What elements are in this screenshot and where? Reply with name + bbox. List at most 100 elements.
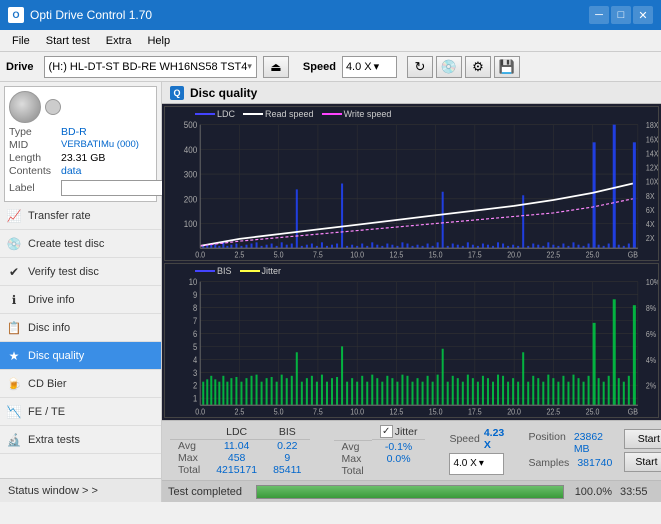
svg-text:1: 1 (193, 394, 198, 404)
legend-write-speed: Write speed (322, 109, 392, 119)
svg-text:17.5: 17.5 (468, 250, 482, 260)
svg-text:3: 3 (193, 368, 198, 378)
type-value: BD-R (61, 126, 87, 138)
length-value: 23.31 GB (61, 152, 105, 164)
samples-label: Samples (528, 457, 569, 469)
toolbar-btn-disc[interactable]: 💿 (436, 56, 462, 78)
disc-quality-header-icon: Q (170, 86, 184, 100)
position-value: 23862 MB (574, 431, 613, 455)
jitter-total-value (372, 465, 426, 477)
type-label: Type (9, 126, 61, 138)
menu-start-test[interactable]: Start test (38, 33, 98, 49)
row-max-ldc: 458 (208, 452, 265, 464)
svg-text:2.5: 2.5 (235, 407, 245, 417)
svg-text:300: 300 (184, 169, 198, 180)
speed-section: Speed 4.23 X 4.0 X ▾ (449, 427, 504, 475)
legend-bis-color (195, 270, 215, 272)
svg-text:10X: 10X (646, 177, 658, 187)
toolbar-btn-save[interactable]: 💾 (494, 56, 520, 78)
sidebar-item-drive-info[interactable]: ℹ Drive info (0, 286, 161, 314)
svg-text:25.0: 25.0 (586, 250, 600, 260)
content-area: Q Disc quality LDC Read speed (162, 82, 661, 502)
svg-text:15.0: 15.0 (429, 407, 443, 417)
status-window-button[interactable]: Status window > > (0, 478, 161, 502)
svg-text:2.5: 2.5 (235, 250, 245, 260)
contents-value: data (61, 165, 81, 177)
row-total-ldc: 4215171 (208, 464, 265, 476)
svg-text:22.5: 22.5 (547, 250, 561, 260)
svg-text:22.5: 22.5 (547, 407, 561, 417)
chart-bis-svg: 10 9 8 7 6 5 4 3 2 1 10% 8% 6% 4% 2% (165, 264, 658, 417)
eject-button[interactable]: ⏏ (263, 56, 289, 78)
svg-text:100: 100 (184, 218, 198, 229)
speed-section-value: 4.23 X (484, 427, 505, 451)
svg-text:18X: 18X (646, 121, 658, 131)
menu-file[interactable]: File (4, 33, 38, 49)
row-max-bis: 9 (265, 452, 309, 464)
window-controls: ─ □ ✕ (589, 6, 653, 24)
toolbar-buttons: ↻ 💿 ⚙ 💾 (407, 56, 520, 78)
chart-ldc-svg: 500 400 300 200 100 18X 16X 14X 12X 10X … (165, 107, 658, 260)
svg-text:0.0: 0.0 (195, 250, 205, 260)
toolbar-btn-refresh[interactable]: ↻ (407, 56, 433, 78)
svg-text:6: 6 (193, 329, 198, 339)
progress-bar-section: Test completed 100.0% 33:55 (162, 480, 661, 502)
label-label: Label (9, 182, 61, 194)
svg-text:10.0: 10.0 (350, 407, 364, 417)
sidebar-item-label-extra-tests: Extra tests (28, 434, 80, 446)
row-avg-label: Avg (170, 440, 208, 453)
drive-selector[interactable]: (H:) HL-DT-ST BD-RE WH16NS58 TST4 ▾ (44, 56, 257, 78)
disc-quality-header: Q Disc quality (162, 82, 661, 104)
svg-text:5.0: 5.0 (274, 250, 284, 260)
svg-text:2X: 2X (646, 234, 655, 244)
app-icon: O (8, 7, 24, 23)
speed-selector[interactable]: 4.0 X ▾ (342, 56, 397, 78)
position-label: Position (528, 431, 565, 455)
app-title: Opti Drive Control 1.70 (30, 8, 152, 22)
start-full-button[interactable]: Start full (624, 429, 661, 449)
toolbar-btn-settings[interactable]: ⚙ (465, 56, 491, 78)
sidebar-item-fe-te[interactable]: 📉 FE / TE (0, 398, 161, 426)
sidebar-item-cd-bier[interactable]: 🍺 CD Bier (0, 370, 161, 398)
jitter-avg-label: Avg (334, 440, 372, 453)
svg-text:2: 2 (193, 381, 198, 391)
svg-text:16X: 16X (646, 135, 658, 145)
svg-text:15.0: 15.0 (429, 250, 443, 260)
sidebar-item-transfer-rate[interactable]: 📈 Transfer rate (0, 202, 161, 230)
speed-select-stats-value: 4.0 X (453, 458, 476, 469)
sidebar-item-disc-info[interactable]: 📋 Disc info (0, 314, 161, 342)
svg-text:12.5: 12.5 (390, 407, 404, 417)
sidebar-item-create-test-disc[interactable]: 💿 Create test disc (0, 230, 161, 258)
legend-bis: BIS (195, 266, 232, 276)
extra-tests-icon: 🔬 (6, 432, 22, 448)
jitter-checkbox[interactable]: ✓ (380, 425, 393, 438)
col-ldc: LDC (208, 425, 265, 440)
verify-test-disc-icon: ✔ (6, 264, 22, 280)
row-max-label: Max (170, 452, 208, 464)
svg-text:10: 10 (189, 278, 198, 288)
speed-select-stats[interactable]: 4.0 X ▾ (449, 453, 504, 475)
legend-jitter-color (240, 270, 260, 272)
svg-text:0.0: 0.0 (195, 407, 205, 417)
transfer-rate-icon: 📈 (6, 208, 22, 224)
maximize-button[interactable]: □ (611, 6, 631, 24)
close-button[interactable]: ✕ (633, 6, 653, 24)
svg-text:2%: 2% (646, 381, 656, 391)
legend-read-speed: Read speed (243, 109, 314, 119)
legend-write-speed-color (322, 113, 342, 115)
disc-icon (9, 91, 41, 123)
sidebar-item-disc-quality[interactable]: ★ Disc quality (0, 342, 161, 370)
svg-text:4X: 4X (646, 220, 655, 230)
svg-text:4: 4 (193, 355, 198, 365)
menu-help[interactable]: Help (139, 33, 178, 49)
start-part-button[interactable]: Start part (624, 452, 661, 472)
sidebar-item-verify-test-disc[interactable]: ✔ Verify test disc (0, 258, 161, 286)
svg-text:14X: 14X (646, 149, 658, 159)
sidebar-item-label-drive-info: Drive info (28, 294, 74, 306)
legend-ldc-color (195, 113, 215, 115)
menu-extra[interactable]: Extra (98, 33, 140, 49)
minimize-button[interactable]: ─ (589, 6, 609, 24)
status-text: Test completed (168, 486, 248, 498)
disc-quality-icon: ★ (6, 348, 22, 364)
sidebar-item-extra-tests[interactable]: 🔬 Extra tests (0, 426, 161, 454)
